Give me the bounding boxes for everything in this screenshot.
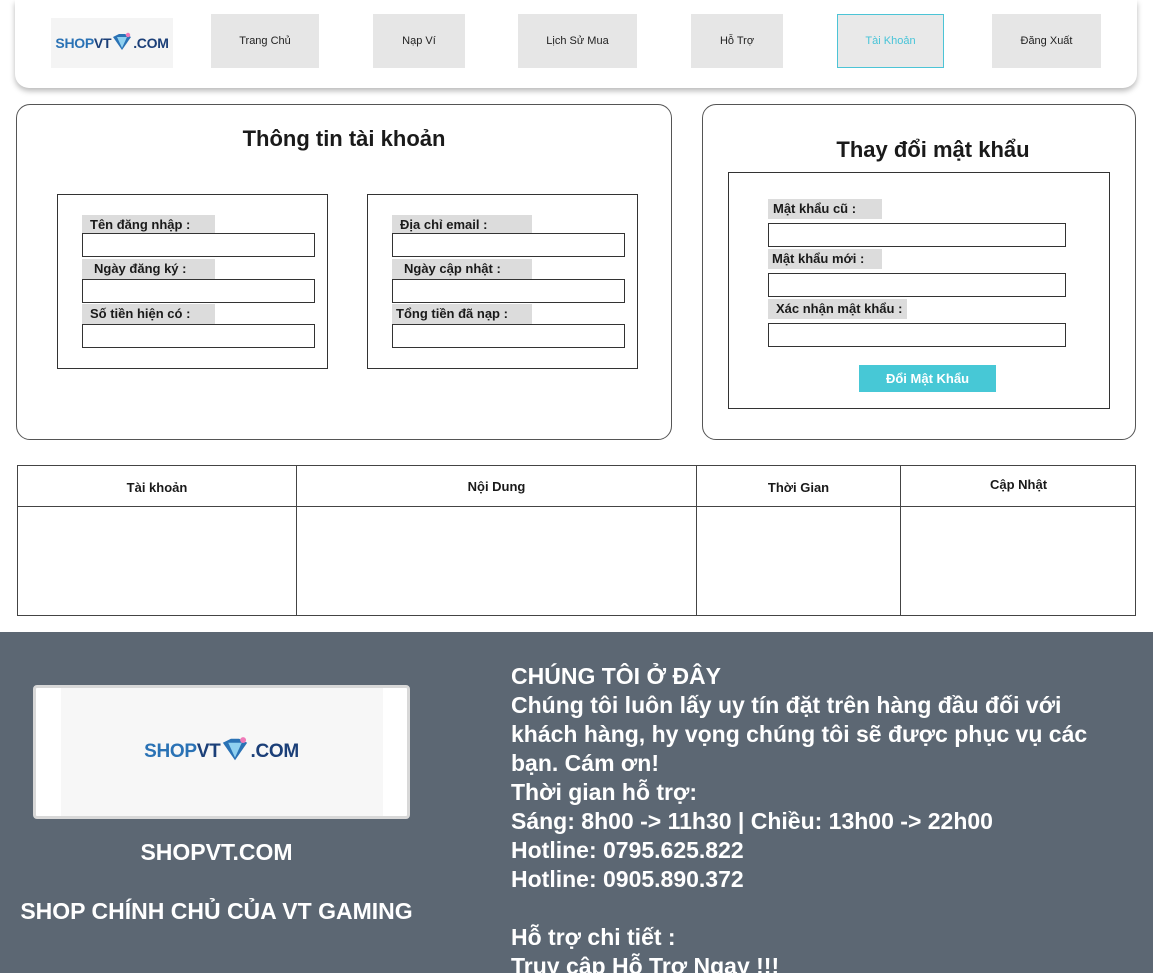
account-info-left-box: Tên đăng nhập : Ngày đăng ký : Số tiền h… [57, 194, 328, 369]
confirm-password-label: Xác nhận mật khẩu : [768, 299, 907, 319]
table-col-updated: Cập Nhật [901, 466, 1136, 615]
footer-hours-label: Thời gian hỗ trợ: [511, 779, 698, 805]
change-password-form: Mật khẩu cũ : Mật khẩu mới : Xác nhận mậ… [728, 172, 1110, 409]
footer-hotline-1: Hotline: 0795.625.822 [511, 837, 744, 863]
confirm-password-field[interactable] [768, 323, 1066, 347]
new-password-label: Mật khẩu mới : [768, 249, 882, 269]
footer-logo[interactable]: SHOP VT .COM [144, 736, 299, 769]
footer-tagline: SHOP CHÍNH CHỦ CỦA VT GAMING [20, 898, 413, 924]
table-header-time: Thời Gian [767, 480, 830, 495]
update-date-field[interactable] [392, 279, 625, 303]
total-topup-field[interactable] [392, 324, 625, 348]
footer-contact-info: CHÚNG TÔI Ở ĐÂY Chúng tôi luôn lấy uy tí… [511, 662, 1131, 973]
update-date-label: Ngày cập nhật : [392, 259, 532, 279]
history-table: Tài khoản Nội Dung Thời Gian Cập Nhật [17, 465, 1136, 616]
nav-topup-wallet[interactable]: Nạp Ví [373, 14, 465, 68]
site-footer: SHOP VT .COM SHOPVT.COM SHOP CHÍNH CHỦ C… [0, 632, 1153, 973]
logo-vt-text: VT [93, 35, 112, 51]
register-date-field[interactable] [82, 279, 315, 303]
email-field[interactable] [392, 233, 625, 257]
change-password-button[interactable]: Đổi Mật Khẩu [859, 365, 996, 392]
diamond-icon [111, 32, 133, 55]
footer-logo-shop-text: SHOP [144, 741, 197, 762]
footer-logo-vt-text: VT [196, 741, 221, 762]
logo-com-text: .COM [133, 35, 169, 51]
new-password-field[interactable] [768, 273, 1066, 297]
change-password-title: Thay đổi mật khẩu [836, 137, 1030, 162]
table-header-account: Tài khoản [126, 480, 188, 495]
footer-access-line: Truy cập Hỗ Trợ Ngay !!! [511, 952, 1131, 973]
footer-hours: Sáng: 8h00 -> 11h30 | Chiều: 13h00 -> 22… [511, 808, 993, 834]
email-label: Địa chỉ email : [392, 215, 532, 235]
table-col-time: Thời Gian [697, 466, 901, 615]
footer-intro: Chúng tôi luôn lấy uy tín đặt trên hàng … [511, 692, 1088, 776]
logo-shop-text: SHOP [55, 35, 94, 51]
table-header-updated: Cập Nhật [989, 477, 1048, 492]
footer-logo-com-text: .COM [250, 741, 299, 762]
nav-support[interactable]: Hỗ Trợ [691, 14, 783, 68]
table-header-content: Nội Dung [467, 479, 526, 494]
table-col-account: Tài khoản [18, 466, 297, 615]
footer-hotline-2: Hotline: 0905.890.372 [511, 866, 744, 892]
balance-field[interactable] [82, 324, 315, 348]
old-password-field[interactable] [768, 223, 1066, 247]
site-logo[interactable]: SHOP VT .COM [51, 18, 173, 68]
footer-heading: CHÚNG TÔI Ở ĐÂY [511, 663, 722, 689]
footer-support-label: Hỗ trợ chi tiết : [511, 924, 676, 950]
footer-support-link[interactable]: Hỗ Trợ Ngay !!! [612, 953, 779, 973]
top-navbar: SHOP VT .COM Trang Chủ Nạp Ví Lịch Sử Mu… [15, 0, 1137, 88]
footer-access-prefix: Truy cập [511, 953, 612, 973]
nav-home[interactable]: Trang Chủ [211, 14, 319, 68]
username-label: Tên đăng nhập : [82, 215, 215, 235]
footer-diamond-icon [220, 736, 250, 769]
username-field[interactable] [82, 233, 315, 257]
old-password-label: Mật khẩu cũ : [768, 199, 882, 219]
footer-spacer [511, 894, 1131, 923]
footer-site-name: SHOPVT.COM [140, 839, 293, 865]
register-date-label: Ngày đăng ký : [82, 259, 215, 279]
change-password-panel: Thay đổi mật khẩu Mật khẩu cũ : Mật khẩu… [702, 104, 1136, 440]
account-info-title: Thông tin tài khoản [242, 126, 446, 151]
total-topup-label: Tổng tiền đã nạp : [392, 304, 532, 324]
account-info-right-box: Địa chỉ email : Ngày cập nhật : Tổng tiề… [367, 194, 638, 369]
nav-purchase-history[interactable]: Lịch Sử Mua [518, 14, 637, 68]
footer-logo-card: SHOP VT .COM [33, 685, 410, 819]
table-col-content: Nội Dung [297, 466, 697, 615]
nav-account[interactable]: Tài Khoản [837, 14, 944, 68]
account-info-panel: Thông tin tài khoản Tên đăng nhập : Ngày… [16, 104, 672, 440]
nav-logout[interactable]: Đăng Xuất [992, 14, 1101, 68]
balance-label: Số tiền hiện có : [82, 304, 215, 324]
